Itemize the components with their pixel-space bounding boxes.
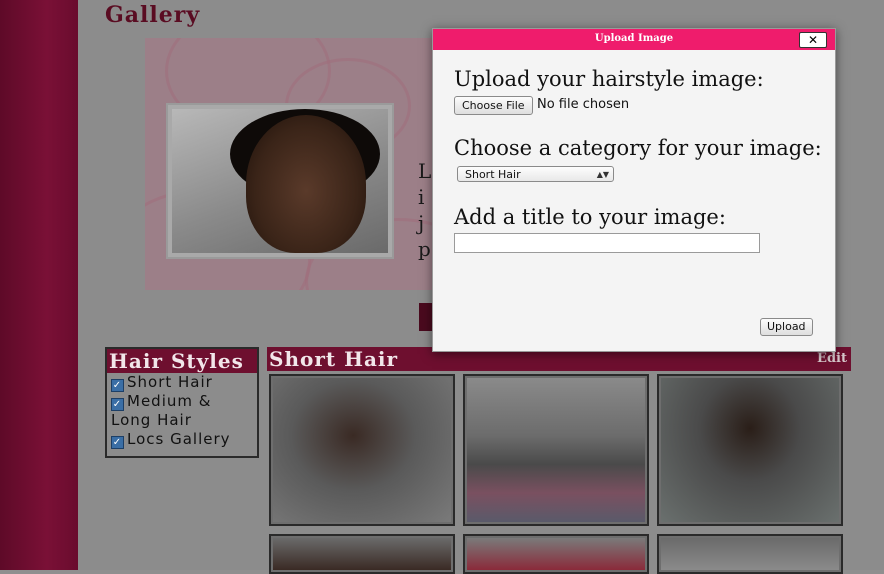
hair-styles-panel: Hair Styles ✓ Short Hair ✓ Medium & Long H… — [105, 347, 259, 458]
hair-styles-title: Hair Styles — [107, 349, 257, 373]
filter-label: Locs Gallery — [127, 430, 231, 448]
file-status: No file chosen — [537, 97, 630, 112]
filter-locs-gallery[interactable]: ✓ Locs Gallery — [107, 430, 257, 449]
gallery-thumbnail[interactable] — [657, 374, 843, 526]
filter-label: Short Hair — [127, 373, 213, 391]
checkbox-checked-icon[interactable]: ✓ — [111, 436, 124, 449]
dialog-title: Upload Image — [594, 33, 674, 44]
filter-short-hair[interactable]: ✓ Short Hair — [107, 373, 257, 392]
gallery-thumbnail[interactable] — [269, 374, 455, 526]
gallery-thumbnail[interactable] — [269, 534, 455, 574]
category-prompt: Choose a category for your image: — [454, 136, 822, 160]
category-selected-value: Short Hair — [465, 168, 521, 181]
gallery-thumbnail[interactable] — [657, 534, 843, 574]
checkbox-checked-icon[interactable]: ✓ — [111, 398, 124, 411]
hero-photo — [168, 105, 392, 257]
page-title: Gallery — [105, 2, 201, 28]
edit-link[interactable]: Edit — [817, 351, 847, 366]
left-decor-strip — [0, 0, 78, 570]
close-icon: ✕ — [807, 33, 819, 47]
gallery-thumbnail[interactable] — [463, 374, 649, 526]
category-select[interactable]: Short Hair ▲▼ — [457, 166, 614, 182]
section-title: Short Hair — [269, 347, 399, 371]
checkbox-checked-icon[interactable]: ✓ — [111, 379, 124, 392]
close-button[interactable]: ✕ — [799, 32, 827, 48]
filter-medium-long-hair[interactable]: ✓ Medium & Long Hair — [107, 392, 257, 430]
upload-image-dialog: Upload Image ✕ Upload your hairstyle ima… — [432, 28, 836, 352]
filter-label: Medium & Long Hair — [111, 392, 212, 429]
gallery-thumbnail[interactable] — [463, 534, 649, 574]
upload-prompt: Upload your hairstyle image: — [454, 67, 764, 91]
title-prompt: Add a title to your image: — [454, 205, 726, 229]
chevron-updown-icon: ▲▼ — [596, 170, 609, 179]
title-input[interactable] — [454, 233, 760, 253]
choose-file-button[interactable]: Choose File — [454, 96, 533, 115]
upload-button[interactable]: Upload — [760, 318, 813, 336]
